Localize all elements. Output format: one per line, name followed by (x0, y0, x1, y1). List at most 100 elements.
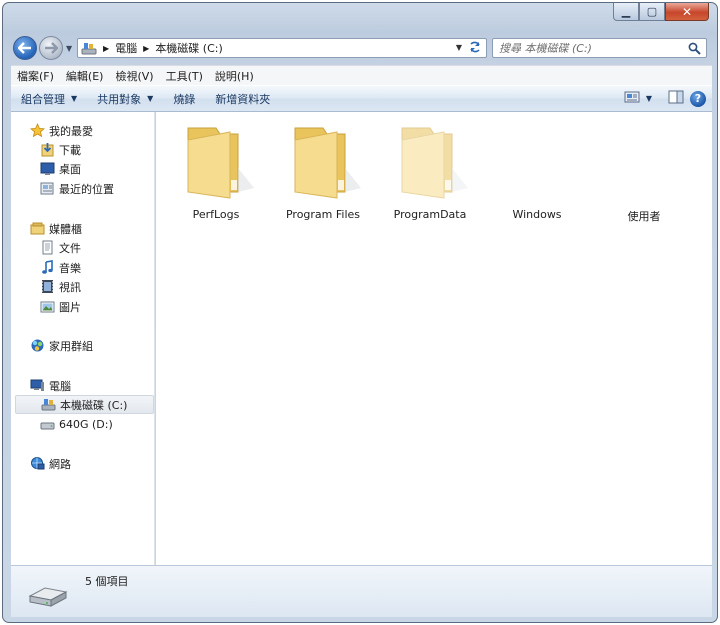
sidebar-item-label: 我的最愛 (49, 124, 93, 138)
new-folder-button[interactable]: 新增資料夾 (205, 91, 280, 107)
burn-label: 燒錄 (173, 92, 196, 106)
organize-label: 組合管理 (21, 92, 65, 106)
file-name: 使用者 (627, 210, 661, 223)
sidebar-item-label: 文件 (59, 241, 81, 255)
sidebar-item-label: 最近的位置 (59, 182, 114, 196)
preview-pane-button[interactable] (668, 90, 684, 107)
drive-icon (78, 39, 100, 57)
forward-arrow-icon (45, 42, 58, 54)
menu-file[interactable]: 檔案(F) (11, 68, 60, 84)
documents-icon (39, 240, 55, 256)
sidebar-item-label: 音樂 (59, 261, 81, 275)
sidebar-item-downloads[interactable]: 下載 (39, 140, 81, 159)
close-icon: ✕ (681, 4, 693, 19)
folder-item[interactable]: 使用者 (590, 118, 698, 224)
sidebar-item-desktop[interactable]: 桌面 (39, 159, 81, 178)
menu-bar: 檔案(F) 編輯(E) 檢視(V) 工具(T) 說明(H) (11, 65, 712, 85)
sidebar-item-label: 下載 (59, 143, 81, 157)
menu-tools[interactable]: 工具(T) (160, 68, 209, 84)
sidebar-item-libraries[interactable]: 媒體櫃 (29, 219, 82, 238)
new-folder-label: 新增資料夾 (215, 92, 271, 106)
homegroup-icon (29, 338, 45, 354)
menu-view[interactable]: 檢視(V) (109, 68, 159, 84)
file-name: Program Files (285, 208, 361, 221)
folder-item[interactable]: PerfLogs (162, 118, 270, 221)
pictures-icon (39, 299, 55, 315)
downloads-icon (39, 142, 55, 158)
share-with-button[interactable]: 共用對象 ▼ (87, 91, 163, 107)
folder-icon (483, 118, 591, 200)
sidebar-item-videos[interactable]: 視訊 (39, 277, 81, 296)
file-name: Windows (512, 208, 562, 221)
file-name: PerfLogs (192, 208, 240, 221)
drive-icon (40, 397, 56, 413)
sidebar-item-label: 桌面 (59, 162, 81, 176)
folder-item[interactable]: ProgramData (376, 118, 484, 221)
recent-pages-dropdown[interactable]: ▼ (66, 44, 72, 53)
libraries-icon (29, 221, 45, 237)
folder-item[interactable]: Windows (483, 118, 591, 221)
sidebar-item-documents[interactable]: 文件 (39, 238, 81, 257)
sidebar-item-recent-places[interactable]: 最近的位置 (39, 179, 114, 198)
folder-icon (269, 118, 377, 200)
recent-places-icon (39, 181, 55, 197)
minimize-icon: ▁ (621, 5, 631, 18)
sidebar-item-label: 媒體櫃 (49, 222, 82, 236)
sidebar-item-music[interactable]: 音樂 (39, 258, 81, 277)
close-button[interactable]: ✕ (665, 3, 709, 21)
sidebar-item-favorites[interactable]: 我的最愛 (29, 121, 93, 140)
sidebar-item-drive-d[interactable]: 640G (D:) (39, 415, 113, 434)
search-box[interactable] (492, 38, 707, 58)
sidebar-item-label: 640G (D:) (59, 418, 113, 431)
sidebar-item-computer[interactable]: 電腦 (29, 376, 71, 395)
folder-item[interactable]: Program Files (269, 118, 377, 221)
command-bar: 組合管理 ▼ 共用對象 ▼ 燒錄 新增資料夾 ▼ ? (11, 85, 712, 112)
sidebar-item-label: 家用群組 (49, 339, 93, 353)
change-view-button[interactable] (624, 90, 640, 107)
breadcrumb-separator[interactable]: ▶ (140, 44, 152, 53)
search-icon[interactable] (688, 42, 701, 58)
breadcrumb-computer[interactable]: 電腦 (112, 40, 140, 56)
forward-button[interactable] (39, 36, 63, 60)
address-bar[interactable]: ▶ 電腦 ▶ 本機磁碟 (C:) ▼ (77, 38, 487, 58)
maximize-button[interactable]: ▢ (639, 3, 665, 21)
details-pane: 5 個項目 (11, 565, 712, 617)
command-bar-right: ▼ ? (624, 90, 706, 107)
minimize-button[interactable]: ▁ (613, 3, 639, 21)
view-icon (624, 91, 640, 103)
sidebar-item-homegroup[interactable]: 家用群組 (29, 336, 93, 355)
sidebar-item-label: 本機磁碟 (C:) (60, 398, 128, 412)
breadcrumb-local-disk[interactable]: 本機磁碟 (C:) (152, 40, 225, 56)
view-options-dropdown[interactable]: ▼ (646, 94, 652, 103)
back-button[interactable] (13, 36, 37, 60)
star-icon (29, 123, 45, 139)
organize-button[interactable]: 組合管理 ▼ (11, 91, 87, 107)
item-count: 5 個項目 (85, 575, 129, 588)
maximize-icon: ▢ (646, 5, 658, 18)
file-list[interactable]: PerfLogs Program Files ProgramData Windo… (156, 112, 712, 565)
sidebar-item-local-disk[interactable]: 本機磁碟 (C:) (15, 395, 154, 414)
sidebar-item-label: 圖片 (59, 300, 81, 314)
folder-icon (162, 118, 270, 200)
menu-help[interactable]: 說明(H) (209, 68, 260, 84)
music-icon (39, 260, 55, 276)
back-arrow-icon (18, 42, 31, 54)
search-input[interactable] (493, 39, 683, 57)
sidebar-item-network[interactable]: 網路 (29, 454, 71, 473)
refresh-button[interactable] (466, 40, 484, 56)
preview-pane-icon (668, 90, 684, 104)
menu-edit[interactable]: 編輯(E) (60, 68, 110, 84)
share-with-label: 共用對象 (97, 92, 142, 106)
address-dropdown-icon[interactable]: ▼ (456, 43, 462, 52)
navigation-pane: 我的最愛 下載 桌面 最近的位置 媒體櫃 文件 音樂 視訊 圖片 家用群組 電腦… (11, 112, 155, 565)
burn-button[interactable]: 燒錄 (163, 91, 205, 107)
drive-icon (39, 417, 55, 433)
folder-icon (376, 118, 484, 200)
computer-icon (29, 378, 45, 394)
file-name: ProgramData (393, 208, 467, 221)
sidebar-item-pictures[interactable]: 圖片 (39, 297, 81, 316)
chevron-down-icon: ▼ (71, 94, 78, 103)
explorer-window: ▁ ▢ ✕ ▼ ▶ 電腦 ▶ 本機磁碟 (C:) ▼ 檔案(F) 編輯(E) 檢… (2, 2, 718, 623)
breadcrumb-separator[interactable]: ▶ (100, 44, 112, 53)
help-icon[interactable]: ? (690, 90, 706, 107)
